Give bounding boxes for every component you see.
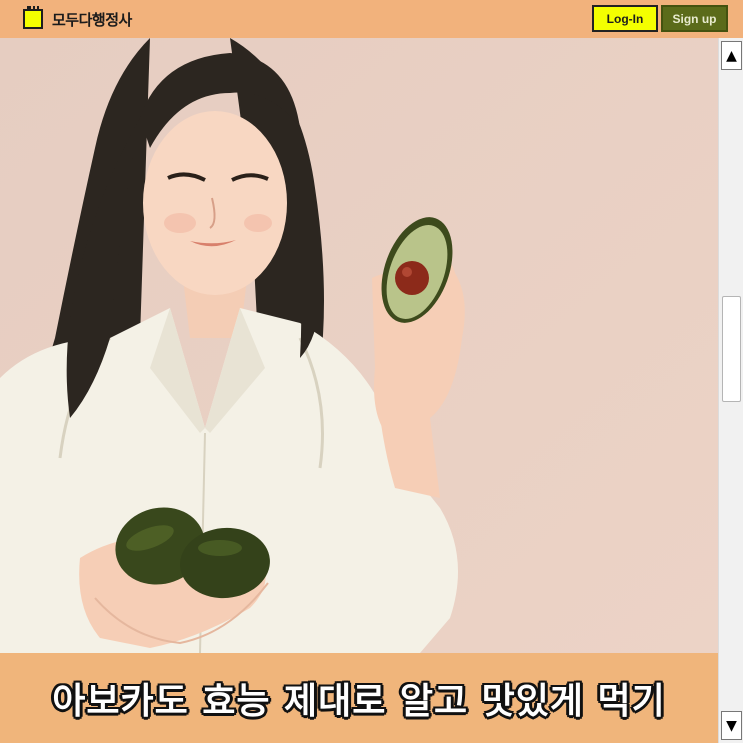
signup-button[interactable]: Sign up <box>661 5 728 32</box>
site-logo[interactable]: 모두다행정사 <box>23 6 132 30</box>
hero-illustration <box>0 38 718 653</box>
woman-holding-avocado-illustration <box>0 38 718 653</box>
notepad-icon <box>23 6 43 29</box>
scroll-down-arrow-icon[interactable]: ▼ <box>721 711 742 740</box>
site-logo-text: 모두다행정사 <box>52 10 132 29</box>
scrollbar-thumb[interactable] <box>722 296 741 402</box>
login-button[interactable]: Log-In <box>592 5 658 32</box>
vertical-scrollbar[interactable]: ▲ ▼ <box>718 38 743 743</box>
top-navigation-bar: 모두다행정사 Log-In Sign up <box>0 0 743 38</box>
scroll-up-arrow-icon[interactable]: ▲ <box>721 41 742 70</box>
hero-caption-band: 아보카도 효능 제대로 알고 맛있게 먹기 <box>0 653 718 743</box>
hero-caption: 아보카도 효능 제대로 알고 맛있게 먹기 <box>52 681 666 722</box>
